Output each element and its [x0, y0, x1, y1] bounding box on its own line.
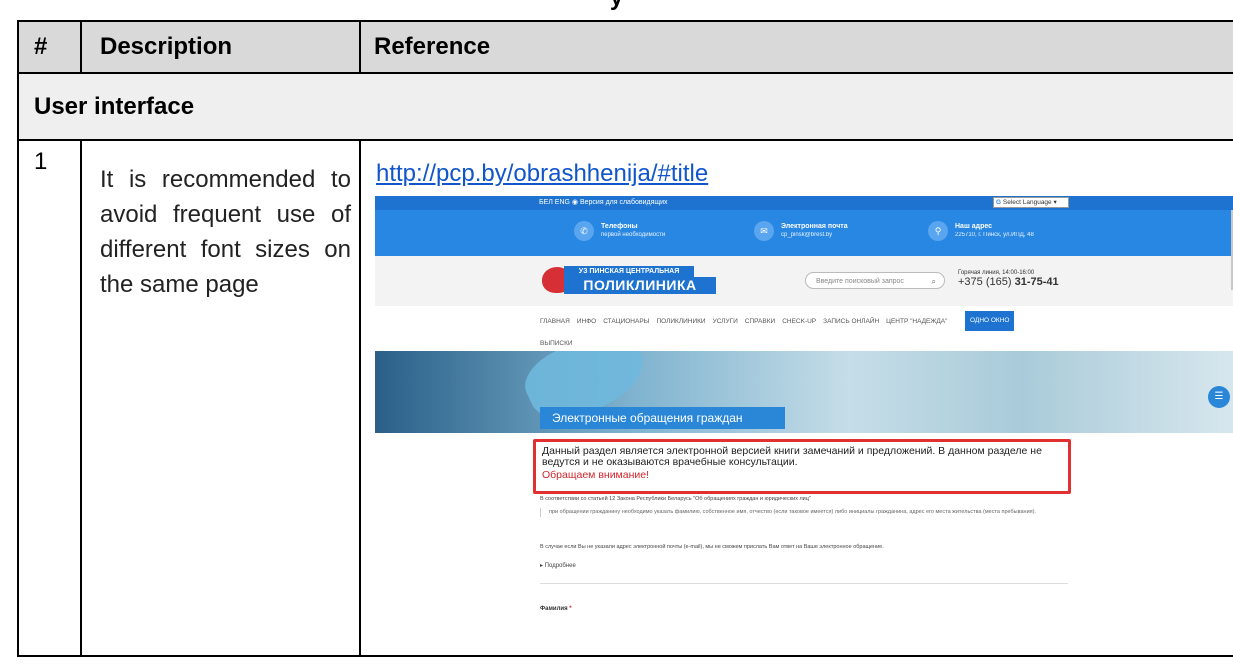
contact-bar: ✆ Телефоны первой необходимости ✉ Электр…	[375, 210, 1232, 256]
contact-sub: первой необходимости	[601, 232, 666, 238]
header-description: Description	[80, 20, 361, 74]
nav-item[interactable]: ПОЛИКЛИНИКИ	[656, 318, 705, 325]
hotline-prefix: +375 (165)	[958, 276, 1015, 288]
search-icon[interactable]: ⌕	[932, 273, 936, 290]
law-quote: при обращении гражданину необходимо указ…	[540, 508, 1079, 517]
location-icon: ⚲	[928, 221, 948, 241]
nav-item[interactable]: ГЛАВНАЯ	[540, 318, 570, 325]
nav-item-active[interactable]: ОДНО ОКНО	[965, 311, 1015, 331]
contact-title: Электронная почта	[781, 223, 848, 230]
row-reference: http://pcp.by/obrashhenija/#title БЕЛ EN…	[359, 139, 1233, 657]
table-row: 1 It is recommended to avoid frequent us…	[17, 139, 1233, 657]
nav-item[interactable]: ЗАПИСЬ ОНЛАЙН	[823, 318, 879, 325]
recommendations-table: # Description Reference User interface 1…	[17, 20, 1233, 657]
cut-off-heading: y	[0, 0, 1233, 22]
logo-row: УЗ ПИНСКАЯ ЦЕНТРАЛЬНАЯ ПОЛИКЛИНИКА Введи…	[375, 256, 1232, 306]
header-num: #	[17, 20, 82, 74]
hotline-number: 31-75-41	[1014, 276, 1059, 288]
divider	[540, 583, 1068, 584]
nav-item-vypiski[interactable]: ВЫПИСКИ	[540, 340, 573, 347]
nav-item[interactable]: ЦЕНТР "НАДЕЖДА"	[886, 318, 947, 325]
logo-line1: УЗ ПИНСКАЯ ЦЕНТРАЛЬНАЯ	[564, 266, 694, 277]
nav-item[interactable]: СТАЦИОНАРЫ	[603, 318, 649, 325]
contact-sub: cp_pinsk@brest.by	[781, 232, 833, 238]
google-g-icon: G	[996, 199, 1002, 206]
more-toggle[interactable]: ▸ Подробнее	[540, 562, 576, 569]
surname-text: Фамилия	[540, 606, 568, 612]
site-nav: ГЛАВНАЯ ИНФО СТАЦИОНАРЫ ПОЛИКЛИНИКИ УСЛУГИ СП…	[375, 306, 1232, 351]
website-screenshot: БЕЛ ENG ◉ Версия для слабовидящих G Sele…	[375, 196, 1232, 641]
reference-link[interactable]: http://pcp.by/obrashhenija/#title	[376, 160, 708, 188]
hero-title: Электронные обращения граждан	[540, 407, 785, 429]
nav-item[interactable]: CHECK-UP	[782, 318, 816, 325]
row-description: It is recommended to avoid frequent use …	[80, 139, 361, 657]
row-number: 1	[17, 139, 82, 657]
highlighted-notice: Данный раздел является электронной верси…	[533, 439, 1071, 494]
contact-title: Телефоны	[601, 223, 638, 230]
nav-item[interactable]: ИНФО	[577, 318, 596, 325]
email-note: В случае если Вы не указали адрес электр…	[540, 544, 884, 550]
contact-title: Наш адрес	[955, 223, 993, 230]
logo-line2: ПОЛИКЛИНИКА	[564, 277, 716, 294]
search-placeholder: Введите поисковый запрос	[816, 278, 904, 285]
phone-icon: ✆	[574, 221, 594, 241]
site-topbar: БЕЛ ENG ◉ Версия для слабовидящих G Sele…	[375, 196, 1232, 210]
section-title: User interface	[17, 72, 1233, 141]
law-text: В соответствии со статьей 12 Закона Респ…	[540, 496, 811, 502]
notice-warning: Обращаем внимание!	[542, 469, 650, 481]
nav-item[interactable]: СПРАВКИ	[745, 318, 775, 325]
hotline: Горячая линия, 14:00-16:00 +375 (165) 31…	[958, 270, 1059, 288]
mail-icon: ✉	[754, 221, 774, 241]
section-row: User interface	[17, 72, 1233, 141]
search-input[interactable]: Введите поисковый запрос ⌕	[805, 272, 945, 289]
contact-sub: 225710, г. Пинск, ул.ИПД, 48	[955, 232, 1034, 238]
page-content: Данный раздел является электронной верси…	[375, 433, 1232, 641]
translate-widget[interactable]: G Select Language ▾	[993, 197, 1069, 208]
list-icon[interactable]: ☰	[1208, 386, 1230, 408]
language-switch[interactable]: БЕЛ ENG ◉ Версия для слабовидящих	[539, 198, 668, 206]
nav-items: ГЛАВНАЯ ИНФО СТАЦИОНАРЫ ПОЛИКЛИНИКИ УСЛУГИ СП…	[540, 318, 954, 325]
required-mark: *	[569, 606, 572, 612]
notice-text: Данный раздел является электронной верси…	[542, 445, 1042, 468]
hotline-phone[interactable]: +375 (165) 31-75-41	[958, 276, 1059, 288]
translate-label: Select Language	[1002, 199, 1052, 206]
hero-banner: Электронные обращения граждан ☰	[375, 351, 1232, 433]
header-reference: Reference	[359, 20, 1233, 74]
table-header-row: # Description Reference	[17, 20, 1233, 74]
site-logo[interactable]: УЗ ПИНСКАЯ ЦЕНТРАЛЬНАЯ ПОЛИКЛИНИКА	[542, 265, 722, 295]
cut-title-fragment: y	[0, 0, 1233, 12]
nav-item[interactable]: УСЛУГИ	[713, 318, 738, 325]
surname-label: Фамилия *	[540, 606, 572, 612]
